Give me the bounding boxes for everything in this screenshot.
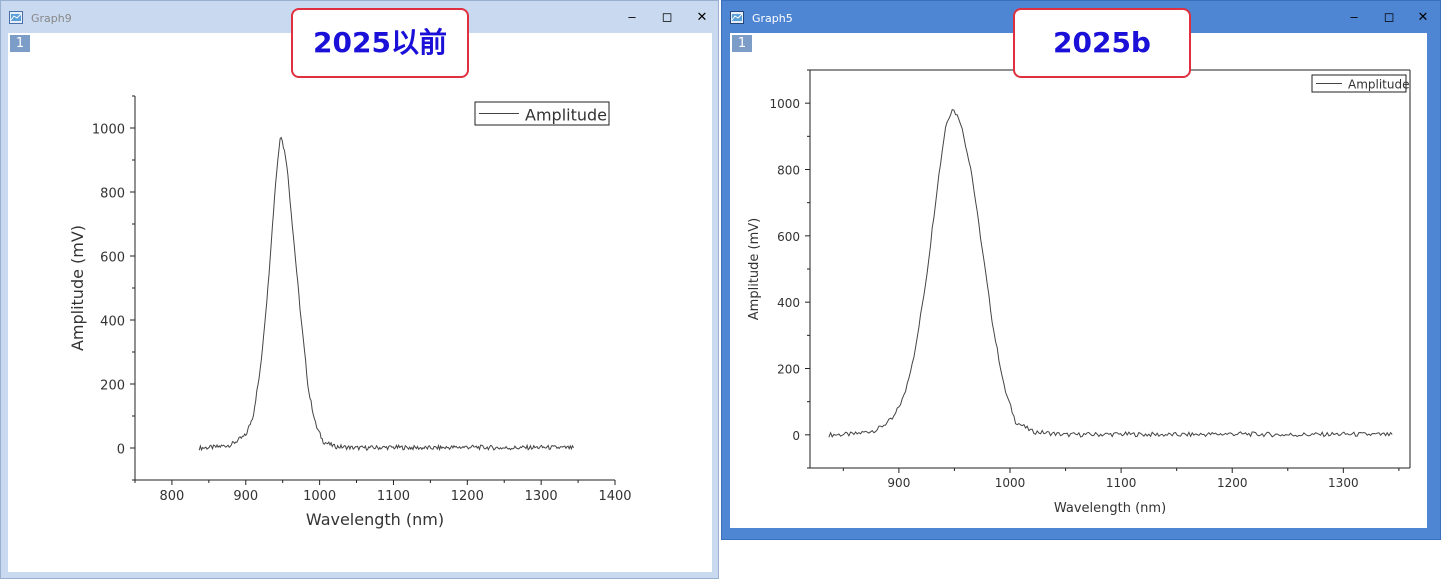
graph-window-icon (730, 11, 744, 24)
window-title: Graph9 (31, 12, 72, 25)
close-icon[interactable]: ✕ (685, 7, 719, 27)
x-tick-label: 1200 (1217, 476, 1248, 490)
x-axis-label: Wavelength (nm) (1054, 501, 1166, 516)
y-tick-label: 600 (100, 251, 125, 266)
graph-window-left[interactable]: Graph9 – ◻ ✕ 1 800 900 1000 1100 1200 1300 140… (0, 0, 719, 579)
y-tick-label: 200 (777, 363, 800, 377)
y-tick-label: 1000 (92, 123, 125, 138)
graph-window-right[interactable]: Graph5 – ◻ ✕ 1 900 1000 1100 1200 1300 0 200 40… (721, 0, 1441, 540)
version-callout: 2025b (1013, 8, 1191, 78)
x-tick-label: 1100 (1106, 476, 1137, 490)
y-tick-label: 800 (777, 164, 800, 178)
y-tick-label: 1000 (769, 97, 800, 111)
legend-label: Amplitude (525, 106, 607, 125)
series-line-amplitude (828, 108, 1393, 438)
maximize-icon[interactable]: ◻ (1372, 7, 1406, 27)
y-axis-label: Amplitude (mV) (747, 218, 762, 320)
legend-label: Amplitude (1348, 78, 1410, 92)
x-tick-label: 1000 (303, 489, 336, 504)
chart[interactable]: 900 1000 1100 1200 1300 0 200 400 600 800 1000 Wave… (730, 33, 1427, 528)
y-tick-label: 400 (777, 296, 800, 310)
y-tick-label: 200 (100, 379, 125, 394)
x-tick-label: 900 (887, 476, 910, 490)
graph-page[interactable]: 1 800 900 1000 1100 1200 1300 1400 0 200 400 600 80… (8, 33, 712, 572)
x-tick-label: 900 (233, 489, 258, 504)
close-icon[interactable]: ✕ (1406, 7, 1440, 27)
x-tick-label: 1300 (1328, 476, 1359, 490)
x-tick-label: 1000 (995, 476, 1026, 490)
series-line-amplitude (198, 136, 575, 452)
y-tick-label: 0 (792, 429, 800, 443)
x-tick-label: 1200 (451, 489, 484, 504)
y-tick-label: 400 (100, 315, 125, 330)
minimize-icon[interactable]: – (1337, 7, 1371, 27)
y-tick-label: 600 (777, 230, 800, 244)
version-callout: 2025以前 (291, 8, 469, 78)
x-tick-label: 1400 (598, 489, 631, 504)
y-axis-label: Amplitude (mV) (68, 225, 87, 351)
x-tick-label: 800 (160, 489, 185, 504)
x-tick-label: 1100 (377, 489, 410, 504)
minimize-icon[interactable]: – (615, 7, 649, 27)
window-title: Graph5 (752, 12, 793, 25)
maximize-icon[interactable]: ◻ (650, 7, 684, 27)
y-tick-label: 0 (117, 443, 125, 458)
chart[interactable]: 800 900 1000 1100 1200 1300 1400 0 200 400 600 800 1… (8, 33, 712, 572)
graph-window-icon (9, 11, 23, 24)
x-tick-label: 1300 (525, 489, 558, 504)
graph-page[interactable]: 1 900 1000 1100 1200 1300 0 200 400 600 800 1000 Wa… (730, 33, 1427, 528)
x-axis-label: Wavelength (nm) (306, 510, 444, 529)
y-tick-label: 800 (100, 187, 125, 202)
